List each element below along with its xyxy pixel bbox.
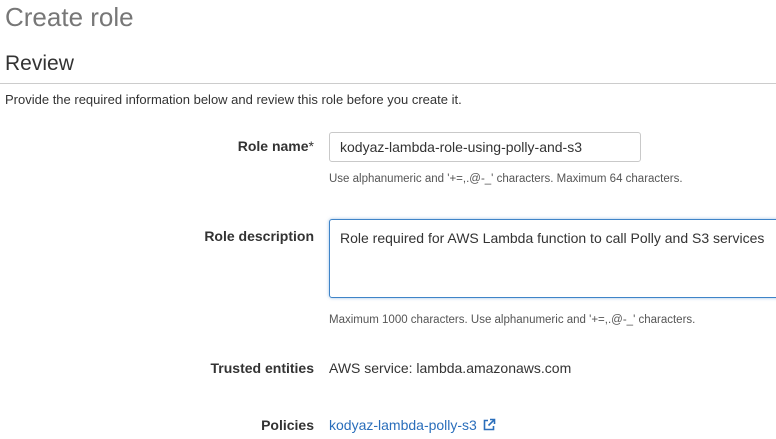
trusted-entities-value: AWS service: lambda.amazonaws.com — [329, 360, 572, 376]
policy-link-text: kodyaz-lambda-polly-s3 — [329, 417, 477, 433]
section-divider — [0, 83, 776, 84]
role-description-hint: Maximum 1000 characters. Use alphanumeri… — [329, 314, 696, 326]
trusted-entities-label: Trusted entities — [210, 360, 314, 376]
intro-text: Provide the required information below a… — [5, 92, 462, 107]
role-description-textarea[interactable]: Role required for AWS Lambda function to… — [329, 219, 776, 298]
policies-label: Policies — [261, 417, 314, 433]
role-description-label: Role description — [204, 228, 314, 244]
role-name-input[interactable] — [329, 132, 641, 162]
role-name-label-text: Role name — [237, 138, 309, 154]
required-marker: * — [308, 138, 314, 154]
role-name-hint: Use alphanumeric and '+=,.@-_' character… — [329, 173, 683, 185]
external-link-icon — [483, 418, 496, 431]
page-title: Create role — [5, 2, 134, 32]
create-role-page: Create role Review Provide the required … — [0, 0, 776, 439]
policy-link[interactable]: kodyaz-lambda-polly-s3 — [329, 417, 496, 433]
section-title: Review — [5, 52, 74, 75]
role-name-label: Role name* — [238, 138, 314, 154]
